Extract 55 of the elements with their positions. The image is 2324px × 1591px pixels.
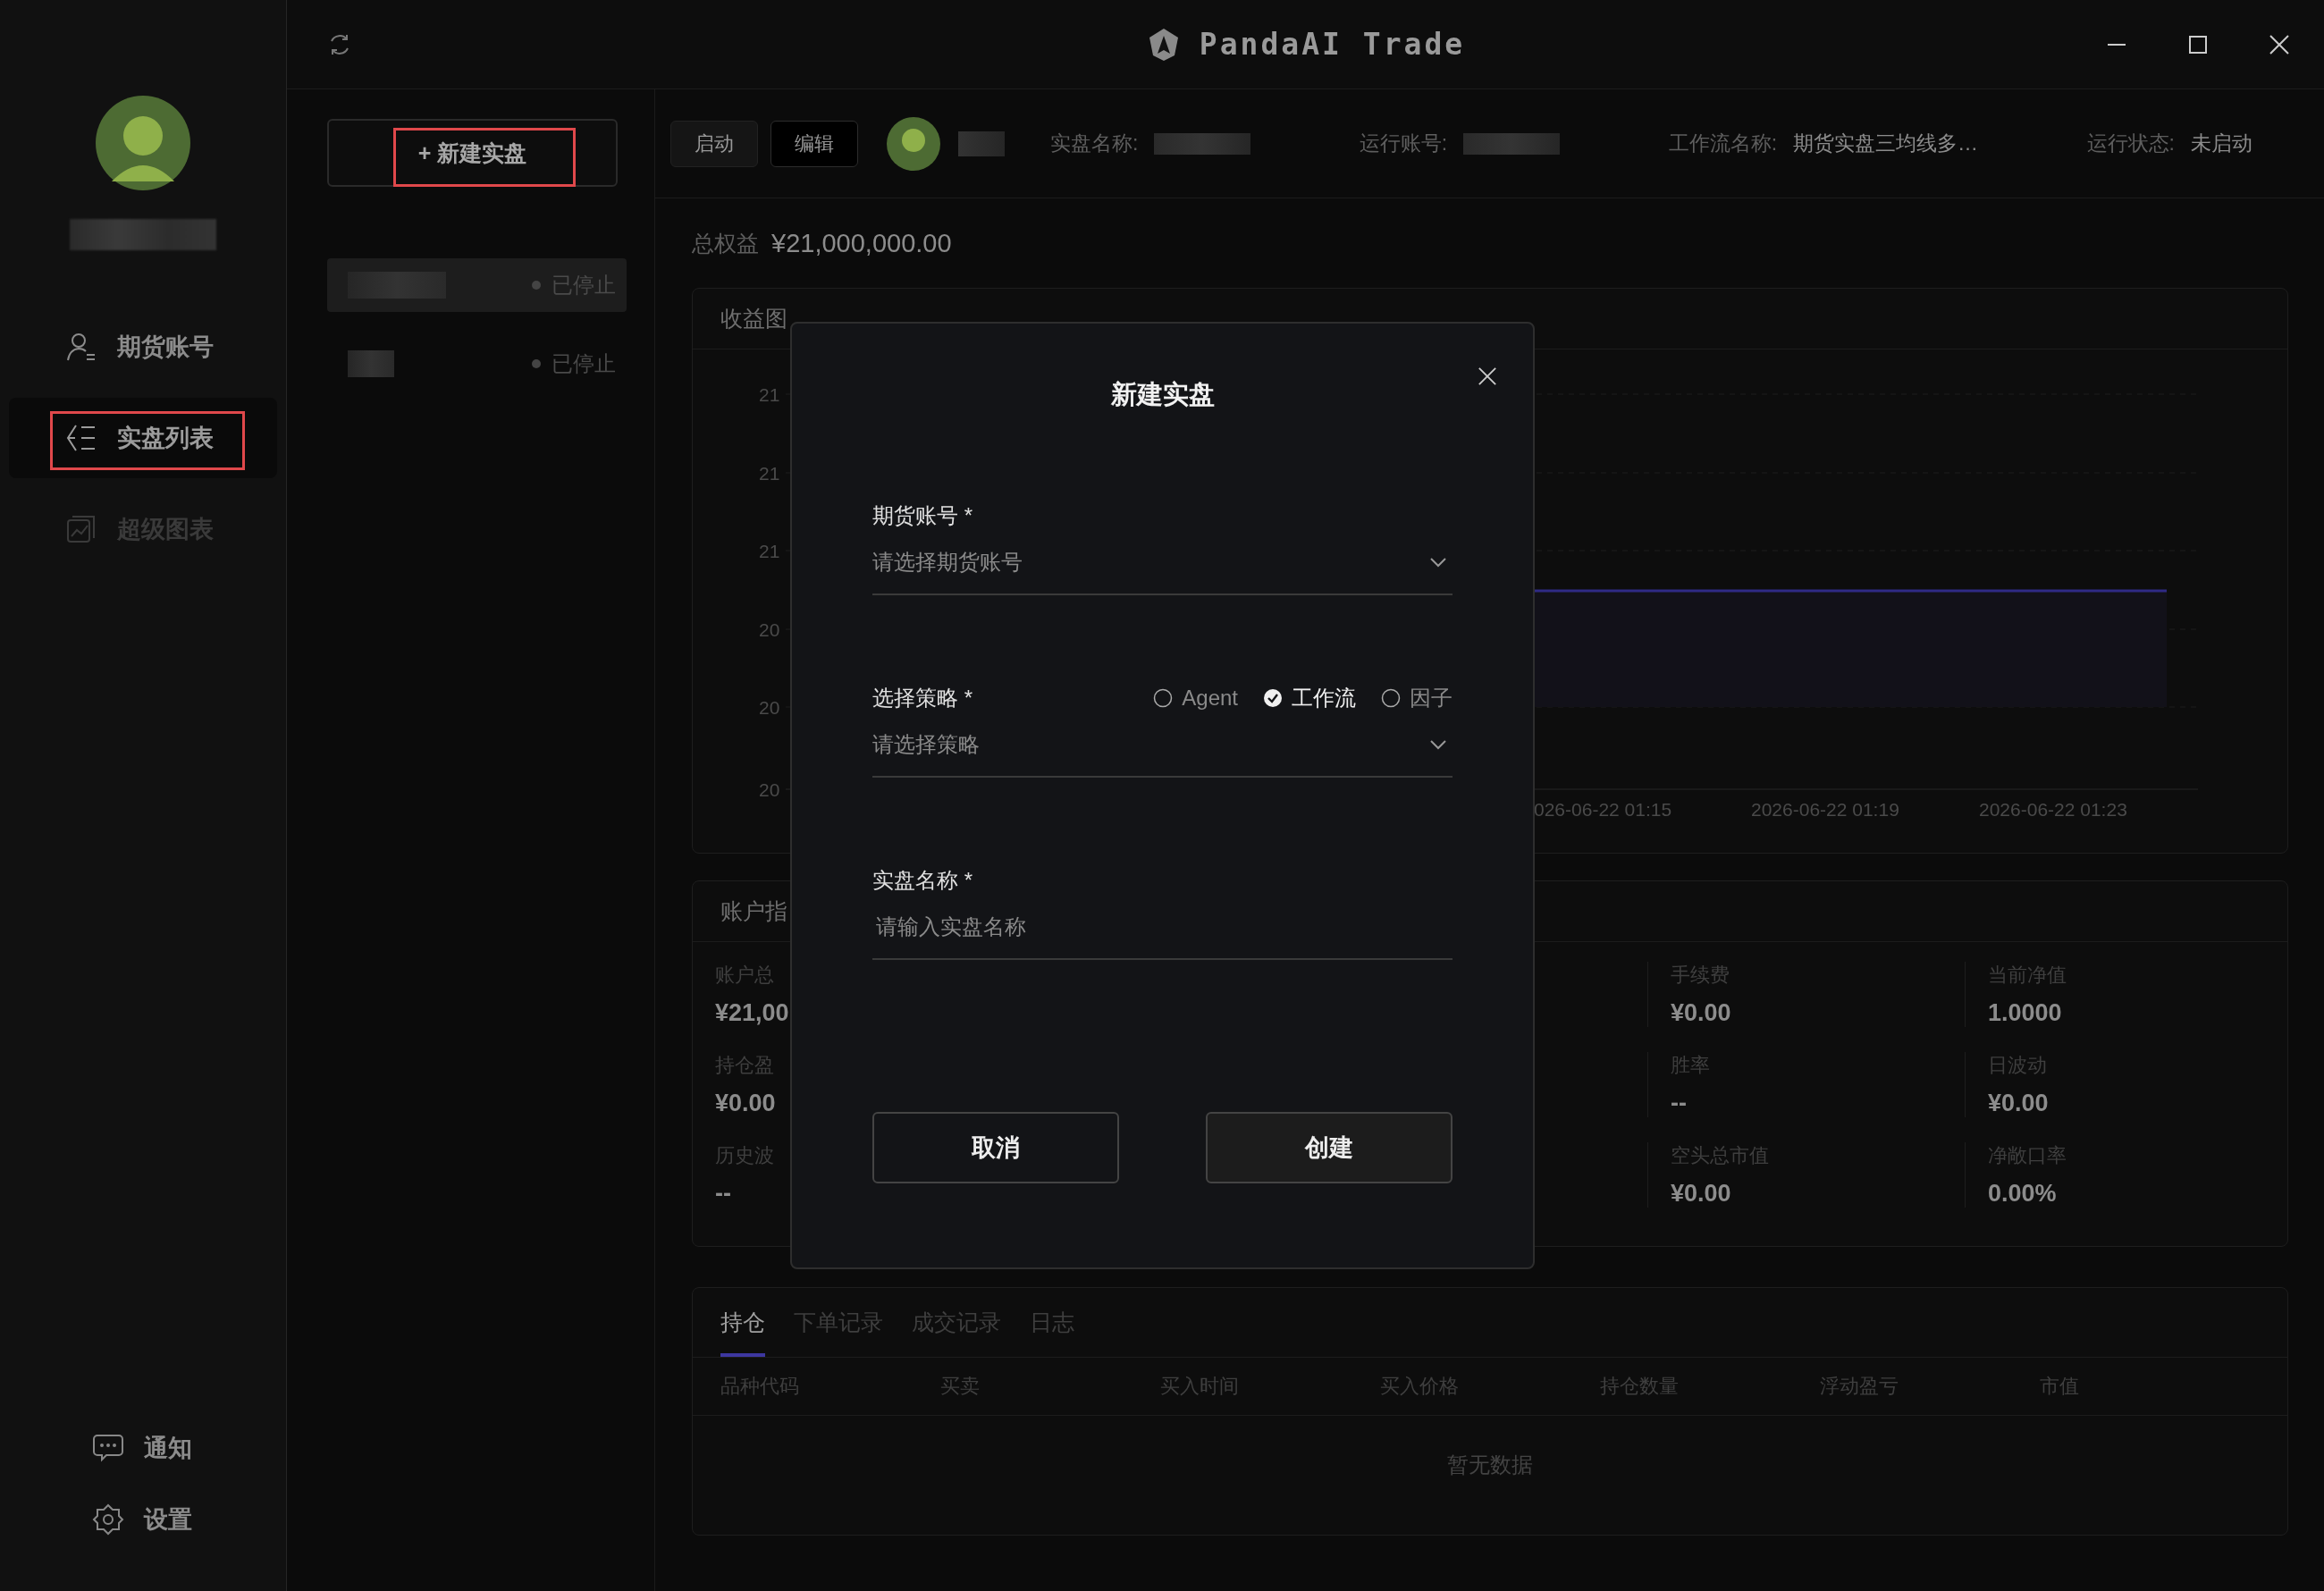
blurred-text — [958, 130, 1005, 156]
chevron-down-icon — [1429, 739, 1447, 750]
close-icon[interactable] — [1478, 366, 1497, 386]
app-title: PandaAI Trade — [1199, 27, 1466, 62]
metric-value: 0.00% — [1988, 1180, 2057, 1208]
field-label: 工作流名称: — [1668, 130, 1778, 156]
footer-item[interactable]: 通知 — [9, 1412, 277, 1484]
metric-value: -- — [715, 1180, 731, 1208]
settings-icon — [92, 1503, 124, 1536]
dialog-button[interactable]: 取消 — [872, 1112, 1119, 1183]
status-dot-icon — [532, 359, 541, 368]
select-field[interactable]: 请选择策略 — [872, 713, 1452, 778]
avatar — [887, 116, 940, 171]
field-label: 选择策略 * — [872, 685, 973, 711]
toolbar-button[interactable]: 编辑 — [770, 120, 858, 167]
metric-value: ¥0.00 — [715, 1090, 776, 1117]
field-label: 实盘名称 * — [872, 867, 973, 894]
radio-option[interactable]: 因子 — [1381, 684, 1452, 712]
field-label: 期货账号 * — [872, 502, 973, 529]
tab[interactable]: 持仓 — [720, 1288, 765, 1357]
field-label: 实盘名称: — [1050, 130, 1139, 156]
status-text: 已停止 — [552, 350, 616, 377]
radio-option[interactable]: 工作流 — [1263, 684, 1356, 712]
metric-value: ¥0.00 — [1671, 1180, 1731, 1208]
user-icon — [65, 331, 97, 363]
select-field[interactable]: 请选择期货账号 — [872, 531, 1452, 595]
metric-value: ¥0.00 — [1988, 1090, 2049, 1117]
radio-option[interactable]: Agent — [1153, 684, 1238, 712]
metric-value: ¥0.00 — [1671, 999, 1731, 1027]
field-value: 未启动 — [2190, 130, 2252, 156]
new-button[interactable]: + 新建实盘 — [327, 119, 618, 187]
card-title: 收益图 — [720, 305, 787, 333]
input-field[interactable]: 请输入实盘名称 — [872, 896, 1452, 960]
toolbar-button[interactable]: 启动 — [670, 120, 758, 167]
footer-item[interactable]: 设置 — [9, 1484, 277, 1555]
status-dot-icon — [532, 281, 541, 290]
nav-item[interactable]: 期货账号 — [9, 307, 277, 387]
field-label: 运行状态: — [2086, 130, 2175, 156]
close-icon[interactable] — [2269, 33, 2290, 55]
metric-value: ¥21,00 — [715, 999, 789, 1027]
equity-label: 总权益 — [692, 229, 759, 257]
dialog-button[interactable]: 创建 — [1206, 1112, 1452, 1183]
nav-item[interactable]: 实盘列表 — [9, 398, 277, 478]
metric-value: -- — [1671, 1090, 1687, 1117]
field-value: 期货实盘三均线多… — [1793, 130, 1979, 156]
card-title: 账户指 — [720, 897, 787, 925]
equity-value: ¥21,000,000.00 — [771, 228, 952, 258]
maximize-icon[interactable] — [2187, 33, 2209, 55]
blurred-text — [348, 350, 394, 377]
field-label: 运行账号: — [1359, 130, 1448, 156]
chat-icon — [92, 1432, 124, 1464]
chart-icon — [65, 513, 97, 545]
metric-value: 1.0000 — [1988, 999, 2062, 1027]
dialog-title: 新建实盘 — [1109, 379, 1216, 410]
chevron-down-icon — [1429, 557, 1447, 568]
